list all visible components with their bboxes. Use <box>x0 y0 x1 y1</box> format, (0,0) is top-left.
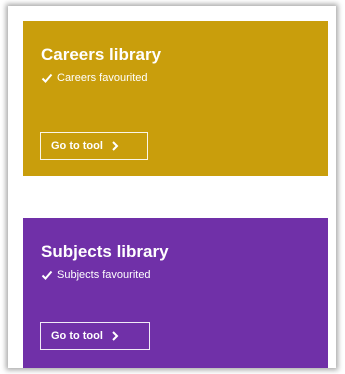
go-to-tool-button[interactable]: Go to tool <box>40 322 150 350</box>
subjects-library-card: Subjects library Subjects favourited Go … <box>23 218 328 368</box>
go-to-tool-label: Go to tool <box>51 330 103 342</box>
card-title: Careers library <box>41 45 162 64</box>
card-title: Subjects library <box>41 242 169 261</box>
go-to-tool-label: Go to tool <box>51 140 103 152</box>
go-to-tool-button[interactable]: Go to tool <box>40 132 148 160</box>
careers-library-card: Careers library Careers favourited Go to… <box>23 21 328 176</box>
check-icon <box>41 269 53 281</box>
check-icon <box>41 72 53 84</box>
chevron-right-icon <box>110 141 120 151</box>
card-status-text: Careers favourited <box>57 72 148 84</box>
card-status: Subjects favourited <box>41 268 328 282</box>
chevron-right-icon <box>110 331 120 341</box>
panel-frame: Careers library Careers favourited Go to… <box>8 6 336 368</box>
card-status-text: Subjects favourited <box>57 269 151 281</box>
card-status: Careers favourited <box>41 71 328 85</box>
